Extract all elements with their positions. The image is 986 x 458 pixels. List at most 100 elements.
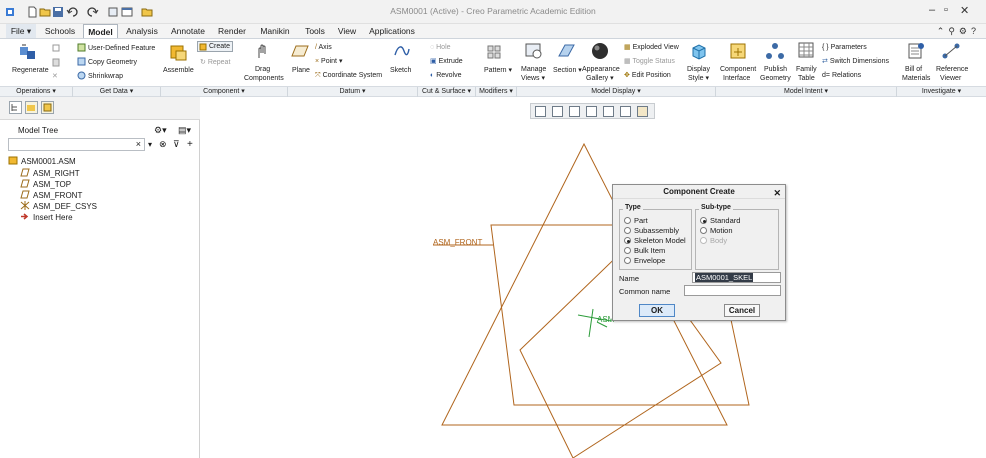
settings-icon[interactable]: ⚙ <box>959 26 971 36</box>
component-label[interactable]: Component <box>720 65 756 74</box>
group-cut-surface[interactable]: Cut & Surface ▾ <box>418 87 476 97</box>
interface-label[interactable]: Interface <box>723 74 750 83</box>
axis-button[interactable]: / Axis <box>315 43 332 52</box>
reference-viewer-icon[interactable] <box>941 42 961 60</box>
tree-item-asm-front[interactable]: ASM_FRONT <box>20 190 82 201</box>
graphics-area[interactable]: ASM_FRONT ASM <box>201 97 986 458</box>
copy-icon[interactable] <box>52 44 62 53</box>
tab-manikin[interactable]: Manikin <box>254 24 296 38</box>
tree-settings-icon[interactable]: ⚙▾ <box>154 125 167 136</box>
model-tree-tab[interactable] <box>9 101 22 114</box>
tab-annotate[interactable]: Annotate <box>166 24 210 38</box>
manage-label[interactable]: Manage <box>521 65 546 74</box>
materials-label[interactable]: Materials <box>902 74 930 83</box>
tree-item-asm-right[interactable]: ASM_RIGHT <box>20 168 80 179</box>
type-option-envelope[interactable]: Envelope <box>624 256 665 266</box>
tab-bar-icons[interactable]: ⌃⚲⚙? <box>937 26 980 37</box>
group-component[interactable]: Component ▾ <box>161 87 288 97</box>
cancel-button[interactable]: Cancel <box>724 304 760 317</box>
tree-item-root[interactable]: ASM0001.ASM <box>8 156 76 167</box>
extrude-button[interactable]: ▣ Extrude <box>430 57 463 66</box>
revolve-button[interactable]: ◐ Revolve <box>430 71 461 80</box>
group-modifiers[interactable]: Modifiers ▾ <box>476 87 517 97</box>
tab-applications[interactable]: Applications <box>364 24 420 38</box>
tab-view[interactable]: View <box>334 24 360 38</box>
tree-search-input[interactable]: × <box>8 138 145 151</box>
component-interface-icon[interactable] <box>728 42 748 60</box>
parameters-button[interactable]: { } Parameters <box>822 43 867 52</box>
tab-model[interactable]: Model <box>83 24 118 39</box>
type-option-bulk-item[interactable]: Bulk Item <box>624 246 665 256</box>
assemble-icon[interactable] <box>168 43 190 63</box>
relations-button[interactable]: d= Relations <box>822 71 861 80</box>
tab-tools[interactable]: Tools <box>300 24 330 38</box>
switch-dimensions-button[interactable]: ⇄ Switch Dimensions <box>822 57 889 66</box>
subtype-option-motion[interactable]: Motion <box>700 226 733 236</box>
type-option-skeleton-model[interactable]: Skeleton Model <box>624 236 686 246</box>
family-table-icon[interactable] <box>798 42 814 58</box>
tree-item-asm-def-csys[interactable]: ASM_DEF_CSYS <box>20 201 97 212</box>
name-field[interactable]: ASM0001_SKEL <box>692 272 781 283</box>
publish-geometry-icon[interactable] <box>765 42 785 60</box>
group-model-intent[interactable]: Model Intent ▾ <box>716 87 897 97</box>
views-label[interactable]: Views ▾ <box>521 74 545 83</box>
manage-views-icon[interactable] <box>524 42 544 60</box>
toggle-status-button[interactable]: ▦ Toggle Status <box>624 57 675 66</box>
hole-button[interactable]: ◌ Hole <box>430 43 451 52</box>
search-icon[interactable]: ⚲ <box>948 26 959 36</box>
edit-position-button[interactable]: ✥ Edit Position <box>624 71 671 80</box>
table-label[interactable]: Table <box>798 74 815 83</box>
group-get-data[interactable]: Get Data ▾ <box>73 87 161 97</box>
asm-front-label[interactable]: ASM_FRONT <box>433 238 482 247</box>
plane-button[interactable]: Plane <box>292 66 310 75</box>
reference-label[interactable]: Reference <box>936 65 968 74</box>
pattern-icon[interactable] <box>486 44 502 60</box>
show-menu-icon[interactable]: ▤▾ <box>178 125 191 136</box>
point-button[interactable]: × Point ▾ <box>315 57 342 66</box>
bill-of-materials-icon[interactable] <box>907 42 925 60</box>
favorites-tab[interactable] <box>41 101 54 114</box>
close-window-icon[interactable]: ✕ <box>960 4 969 17</box>
regenerate-button[interactable]: Regenerate <box>12 66 49 75</box>
style-label[interactable]: Style ▾ <box>688 74 709 83</box>
tab-render[interactable]: Render <box>214 24 250 38</box>
dialog-close-icon[interactable]: ✕ <box>773 186 781 200</box>
common-name-field[interactable] <box>684 285 781 296</box>
find-binoculars-icon[interactable]: ⊗ <box>159 139 167 150</box>
type-option-part[interactable]: Part <box>624 216 648 226</box>
section-icon[interactable] <box>556 42 576 60</box>
components-label[interactable]: Components <box>244 74 284 83</box>
tab-file[interactable]: File ▾ <box>6 24 36 38</box>
drag-components-icon[interactable] <box>253 43 271 61</box>
tree-item-insert-here[interactable]: Insert Here <box>20 212 73 223</box>
section-button[interactable]: Section ▾ <box>553 66 582 75</box>
udf-button[interactable]: User-Defined Feature <box>88 44 155 53</box>
group-model-display[interactable]: Model Display ▾ <box>517 87 716 97</box>
minimize-icon[interactable]: – <box>929 4 935 16</box>
group-operations[interactable]: Operations ▾ <box>0 87 73 97</box>
restore-icon[interactable]: ▫ <box>944 4 948 16</box>
tree-item-asm-top[interactable]: ASM_TOP <box>20 179 71 190</box>
geometry-label[interactable]: Geometry <box>760 74 791 83</box>
repeat-button[interactable]: ↻ Repeat <box>200 58 230 67</box>
display-label[interactable]: Display <box>687 65 710 74</box>
publish-label[interactable]: Publish <box>764 65 787 74</box>
tab-analysis[interactable]: Analysis <box>122 24 162 38</box>
paste-icon[interactable] <box>52 58 62 67</box>
gallery-label[interactable]: Gallery ▾ <box>586 74 614 83</box>
ok-button[interactable]: OK <box>639 304 675 317</box>
family-label[interactable]: Family <box>796 65 817 74</box>
shrinkwrap-button[interactable]: Shrinkwrap <box>88 72 123 81</box>
bill-of-label[interactable]: Bill of <box>905 65 922 74</box>
folder-browser-tab[interactable] <box>25 101 38 114</box>
plane-icon[interactable] <box>291 44 309 58</box>
drag-label[interactable]: Drag <box>255 65 270 74</box>
subtype-option-standard[interactable]: Standard <box>700 216 740 226</box>
delete-icon[interactable]: ✕ <box>52 72 58 81</box>
filter-icon[interactable]: ⊽ <box>173 139 180 150</box>
minimize-ribbon-icon[interactable]: ⌃ <box>937 26 949 36</box>
group-datum[interactable]: Datum ▾ <box>288 87 418 97</box>
tab-schools[interactable]: Schools <box>41 24 79 38</box>
group-investigate[interactable]: Investigate ▾ <box>897 87 986 97</box>
sketch-button[interactable]: Sketch <box>390 66 411 75</box>
